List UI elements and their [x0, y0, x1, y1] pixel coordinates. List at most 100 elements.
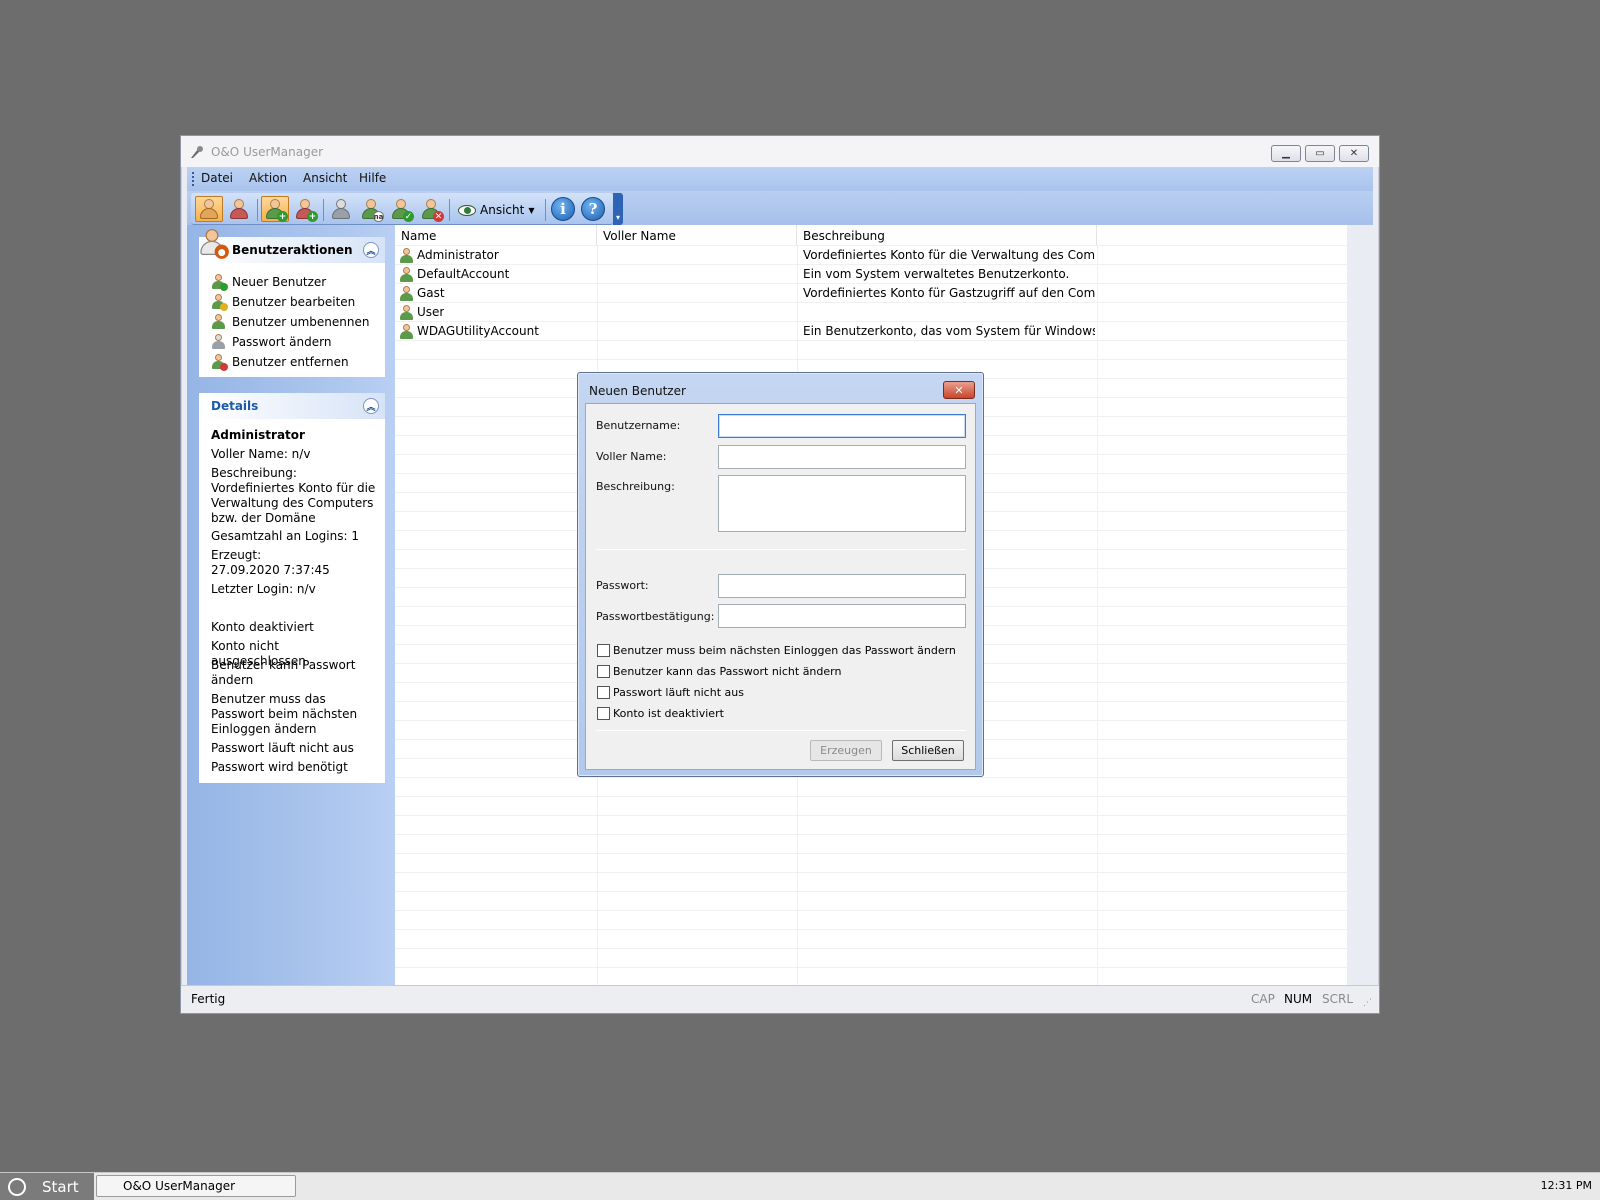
toolbar-overflow-button[interactable]: ▾: [613, 193, 623, 225]
groups-view-icon: [228, 198, 250, 220]
edit-user-button[interactable]: ✓: [387, 196, 415, 222]
cell-description: Ein Benutzerkonto, das vom System für Wi…: [803, 324, 1095, 338]
list-row-defaultaccount[interactable]: DefaultAccount Ein vom System verwaltete…: [395, 265, 1097, 284]
cell-name: Administrator: [417, 248, 499, 262]
action-label: Benutzer entfernen: [232, 354, 349, 369]
add-user-icon: [211, 274, 228, 291]
dialog-title: Neuen Benutzer: [589, 384, 686, 398]
grid-row-line: [395, 929, 1347, 930]
maximize-icon: ▭: [1315, 148, 1325, 159]
menu-aktion[interactable]: Aktion: [249, 171, 287, 185]
ansicht-label: Ansicht: [480, 203, 525, 217]
toolbar-separator: [449, 199, 450, 221]
action-remove-user[interactable]: Benutzer entfernen: [211, 354, 349, 371]
chevron-down-icon: ▼: [528, 205, 535, 215]
create-button[interactable]: Erzeugen: [810, 740, 882, 761]
remove-user-icon: ✕: [420, 198, 444, 222]
detail-flag: Passwort wird benötigt: [211, 760, 348, 774]
window-title: O&O UserManager: [211, 145, 324, 159]
user-actions-header[interactable]: ● Benutzeraktionen ︽: [199, 229, 385, 263]
close-button[interactable]: ✕: [1339, 145, 1369, 162]
list-row-administrator[interactable]: Administrator Vordefiniertes Konto für d…: [395, 246, 1097, 265]
description-input[interactable]: [718, 475, 966, 532]
column-header-full-name[interactable]: Voller Name: [597, 225, 797, 245]
resize-grip-icon[interactable]: ⋰: [1363, 998, 1372, 1008]
detail-full-name: Voller Name: n/v: [211, 447, 311, 461]
grid-row-line: [395, 872, 1347, 873]
column-header-description[interactable]: Beschreibung: [797, 225, 1097, 245]
status-scrl: SCRL: [1322, 992, 1354, 1006]
action-change-password[interactable]: Passwort ändern: [211, 334, 331, 349]
menu-ansicht[interactable]: Ansicht: [303, 171, 347, 185]
detail-created-label: Erzeugt:: [211, 548, 262, 562]
menu-bar: Datei Aktion Ansicht Hilfe: [187, 167, 1373, 191]
users-view-icon: [198, 198, 220, 220]
password-confirm-input[interactable]: [718, 604, 966, 628]
menu-hilfe[interactable]: Hilfe: [359, 171, 386, 185]
details-header[interactable]: Details ︽: [199, 393, 385, 419]
edit-user-icon: [211, 294, 228, 311]
minimize-button[interactable]: ▁: [1271, 145, 1301, 162]
close-button[interactable]: Schließen: [892, 740, 964, 761]
help-button[interactable]: ?: [579, 196, 607, 222]
cell-name: Gast: [417, 286, 445, 300]
rename-user-icon: [211, 314, 226, 329]
collapse-icon[interactable]: ︽: [363, 398, 379, 414]
rename-user-button[interactable]: na: [357, 196, 385, 222]
checkbox-password-never-expires[interactable]: Passwort läuft nicht aus: [597, 686, 744, 699]
cell-name: User: [417, 305, 445, 319]
start-button[interactable]: Start: [0, 1173, 94, 1200]
status-bar: Fertig CAP NUM SCRL ⋰: [181, 985, 1379, 1013]
action-new-user[interactable]: Neuer Benutzer: [211, 274, 326, 291]
checkbox-cannot-change-password[interactable]: Benutzer kann das Passwort nicht ändern: [597, 665, 841, 678]
remove-user-button[interactable]: ✕: [417, 196, 445, 222]
checkbox[interactable]: [597, 665, 610, 678]
cell-name: DefaultAccount: [417, 267, 510, 281]
checkbox[interactable]: [597, 707, 610, 720]
add-group-button[interactable]: +: [291, 196, 319, 222]
status-num: NUM: [1284, 992, 1313, 1006]
info-button[interactable]: i: [549, 196, 577, 222]
close-icon: ✕: [1349, 148, 1359, 159]
dialog-body: Benutzername: Voller Name: Beschreibung:…: [585, 403, 976, 770]
groups-view-button[interactable]: [225, 196, 253, 222]
dialog-close-button[interactable]: ✕: [943, 381, 975, 399]
list-row-wdagutilityaccount[interactable]: WDAGUtilityAccount Ein Benutzerkonto, da…: [395, 322, 1097, 341]
new-user-dialog: Neuen Benutzer ✕ Benutzername: Voller Na…: [577, 372, 984, 777]
grid-row-line: [395, 834, 1347, 835]
add-user-button[interactable]: +: [261, 196, 289, 222]
user-icon: [399, 248, 414, 266]
title-bar[interactable]: O&O UserManager ▁ ▭ ✕: [181, 136, 1379, 167]
checkbox-account-disabled[interactable]: Konto ist deaktiviert: [597, 707, 724, 720]
maximize-button[interactable]: ▭: [1305, 145, 1335, 162]
action-edit-user[interactable]: Benutzer bearbeiten: [211, 294, 355, 311]
checkbox-must-change-password[interactable]: Benutzer muss beim nächsten Einloggen da…: [597, 644, 956, 657]
action-rename-user[interactable]: Benutzer umbenennen: [211, 314, 369, 329]
checkbox-label: Passwort läuft nicht aus: [613, 686, 744, 699]
menu-datei[interactable]: Datei: [201, 171, 233, 185]
user-icon: [399, 324, 414, 342]
column-header-name[interactable]: Name: [395, 225, 597, 245]
checkbox[interactable]: [597, 644, 610, 657]
overflow-chevron-icon: ▾: [615, 213, 620, 222]
collapse-icon[interactable]: ︽: [363, 242, 379, 258]
detail-flag: Benutzer muss das Passwort beim nächsten…: [211, 692, 358, 736]
fullname-input[interactable]: [718, 445, 966, 469]
checkbox-label: Konto ist deaktiviert: [613, 707, 724, 720]
users-view-button[interactable]: [195, 196, 223, 222]
username-input[interactable]: [718, 414, 966, 438]
grid-row-line: [395, 891, 1347, 892]
cell-description: Ein vom System verwaltetes Benutzerkonto…: [803, 267, 1070, 281]
taskbar-item-usermanager[interactable]: O&O UserManager: [96, 1175, 296, 1197]
list-row-user[interactable]: User: [395, 303, 1097, 322]
rename-user-icon: na: [360, 198, 384, 222]
minimize-icon: ▁: [1282, 148, 1290, 159]
detail-flag: Passwort läuft nicht aus: [211, 741, 354, 755]
list-row-gast[interactable]: Gast Vordefiniertes Konto für Gastzugrif…: [395, 284, 1097, 303]
ansicht-dropdown[interactable]: Ansicht ▼: [454, 197, 538, 223]
password-button[interactable]: [327, 196, 355, 222]
status-text: Fertig: [191, 992, 226, 1006]
password-input[interactable]: [718, 574, 966, 598]
checkbox[interactable]: [597, 686, 610, 699]
password-confirm-label: Passwortbestätigung:: [596, 610, 715, 623]
